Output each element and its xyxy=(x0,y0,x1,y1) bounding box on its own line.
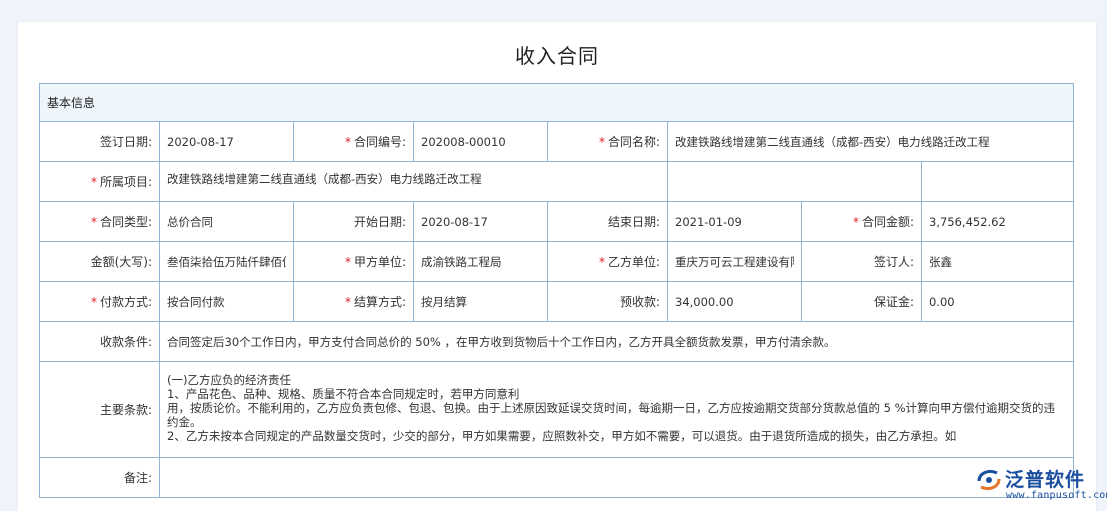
required-mark: * xyxy=(852,215,859,229)
brand-url: www.fanpusoft.com xyxy=(1006,490,1107,501)
form-row: 备注: xyxy=(39,457,1075,498)
deposit-field[interactable]: 0.00 xyxy=(920,281,1075,322)
form-row: * 所属项目: 改建铁路线增建第二线直通线（成都-西安）电力线路迁改工程 xyxy=(39,161,1075,202)
clause-line: 1、产品花色、品种、规格、质量不符合本合同规定时，若甲方同意利 xyxy=(167,387,520,401)
required-mark: * xyxy=(90,175,97,189)
form-row: 签订日期: 2020-08-17 * 合同编号: 202008-00010 * 合同… xyxy=(39,121,1075,162)
signer-field[interactable]: 张鑫 xyxy=(920,241,1075,282)
start-date-field[interactable]: 2020-08-17 xyxy=(413,201,548,242)
remarks-field[interactable] xyxy=(158,457,1075,498)
collection-terms-field[interactable]: 合同签定后30个工作日内，甲方支付合同总价的 50% ，在甲方收到货物后十个工作… xyxy=(158,321,1075,362)
page-title: 收入合同 xyxy=(515,44,599,68)
brand-logo: 泛普软件 www.fanpusoft.com xyxy=(973,463,1107,509)
required-mark: * xyxy=(344,135,351,149)
amount-upper-label: 金额(大写): xyxy=(39,241,160,282)
amount-label: * 合同金额: xyxy=(801,201,922,242)
amount-field[interactable]: 3,756,452.62 xyxy=(920,201,1075,242)
party-a-field[interactable]: 成渝铁路工程局 xyxy=(413,241,548,282)
empty-cell xyxy=(920,161,1075,202)
start-date-label: 开始日期: xyxy=(293,201,414,242)
section-basic-info: 基本信息 xyxy=(38,83,1075,122)
contract-card: 收入合同 基本信息 签订日期: 2020-08-17 * 合同编号: 202008… xyxy=(18,22,1096,511)
amount-upper-field[interactable]: 叁佰柒拾伍万陆仟肆佰伍拾贰元陆角贰分 xyxy=(159,241,294,282)
clause-line: 用，按质论价。不能利用的，乙方应负责包修、包退、包换。由于上述原因致延误交货时间… xyxy=(167,401,1056,429)
settlement-method-label: * 结算方式: xyxy=(293,281,414,322)
form-row: 收款条件: 合同签定后30个工作日内，甲方支付合同总价的 50% ，在甲方收到货… xyxy=(39,321,1075,362)
party-b-field[interactable]: 重庆万可云工程建设有限公司 xyxy=(667,241,802,282)
form-row: * 合同类型: 总价合同 开始日期: 2020-08-17 结束日期: 2021-… xyxy=(39,201,1075,242)
required-mark: * xyxy=(344,295,351,309)
contract-name-label: * 合同名称: xyxy=(547,121,668,162)
end-date-field[interactable]: 2021-01-09 xyxy=(667,201,802,242)
contract-type-label: * 合同类型: xyxy=(39,201,160,242)
prepayment-field[interactable]: 34,000.00 xyxy=(667,281,802,322)
required-mark: * xyxy=(598,255,605,269)
sign-date-label: 签订日期: xyxy=(39,121,160,162)
required-mark: * xyxy=(90,215,97,229)
contract-type-field[interactable]: 总价合同 xyxy=(159,201,294,242)
clause-line: 2、乙方未按本合同规定的产品数量交货时，少交的部分，甲方如果需要，应照数补交，甲… xyxy=(167,429,957,443)
form-row: 金额(大写): 叁佰柒拾伍万陆仟肆佰伍拾贰元陆角贰分 *甲方单位: 成渝铁路工程… xyxy=(39,241,1075,282)
section-header: 基本信息 xyxy=(38,83,1075,122)
contract-no-label: * 合同编号: xyxy=(293,121,414,162)
main-clauses-field[interactable]: (一)乙方应负的经济责任 1、产品花色、品种、规格、质量不符合本合同规定时，若甲… xyxy=(158,361,1075,458)
payment-method-label: * 付款方式: xyxy=(39,281,160,322)
contract-form: 基本信息 签订日期: 2020-08-17 * 合同编号: 202008-0001… xyxy=(38,83,1075,498)
project-label: * 所属项目: xyxy=(39,161,160,202)
sign-date-field[interactable]: 2020-08-17 xyxy=(159,121,294,162)
form-row: * 付款方式: 按合同付款 * 结算方式: 按月结算 预收款: 34,000.00 … xyxy=(39,281,1075,322)
form-row: 主要条款: (一)乙方应负的经济责任 1、产品花色、品种、规格、质量不符合本合同… xyxy=(39,361,1075,458)
collection-terms-label: 收款条件: xyxy=(39,321,160,362)
main-clauses-label: 主要条款: xyxy=(39,361,160,458)
contract-no-field[interactable]: 202008-00010 xyxy=(413,121,548,162)
party-b-label: * 乙方单位: xyxy=(547,241,668,282)
main-clauses-text: (一)乙方应负的经济责任 1、产品花色、品种、规格、质量不符合本合同规定时，若甲… xyxy=(167,373,1066,451)
fanpu-logo-icon xyxy=(977,469,1001,491)
signer-label: 签订人: xyxy=(801,241,922,282)
remarks-label: 备注: xyxy=(39,457,160,498)
required-mark: * xyxy=(90,295,97,309)
end-date-label: 结束日期: xyxy=(547,201,668,242)
brand-name: 泛普软件 xyxy=(1005,469,1086,491)
empty-cell xyxy=(667,161,922,202)
payment-method-field[interactable]: 按合同付款 xyxy=(159,281,294,322)
settlement-method-field[interactable]: 按月结算 xyxy=(413,281,548,322)
required-mark: * xyxy=(344,255,351,269)
deposit-label: 保证金: xyxy=(801,281,922,322)
prepayment-label: 预收款: xyxy=(547,281,668,322)
project-field[interactable]: 改建铁路线增建第二线直通线（成都-西安）电力线路迁改工程 xyxy=(159,161,668,202)
required-mark: * xyxy=(598,135,605,149)
contract-name-field[interactable]: 改建铁路线增建第二线直通线（成都-西安）电力线路迁改工程 xyxy=(666,121,1075,162)
clause-line: (一)乙方应负的经济责任 xyxy=(167,373,291,387)
party-a-label: * 甲方单位: xyxy=(293,241,414,282)
